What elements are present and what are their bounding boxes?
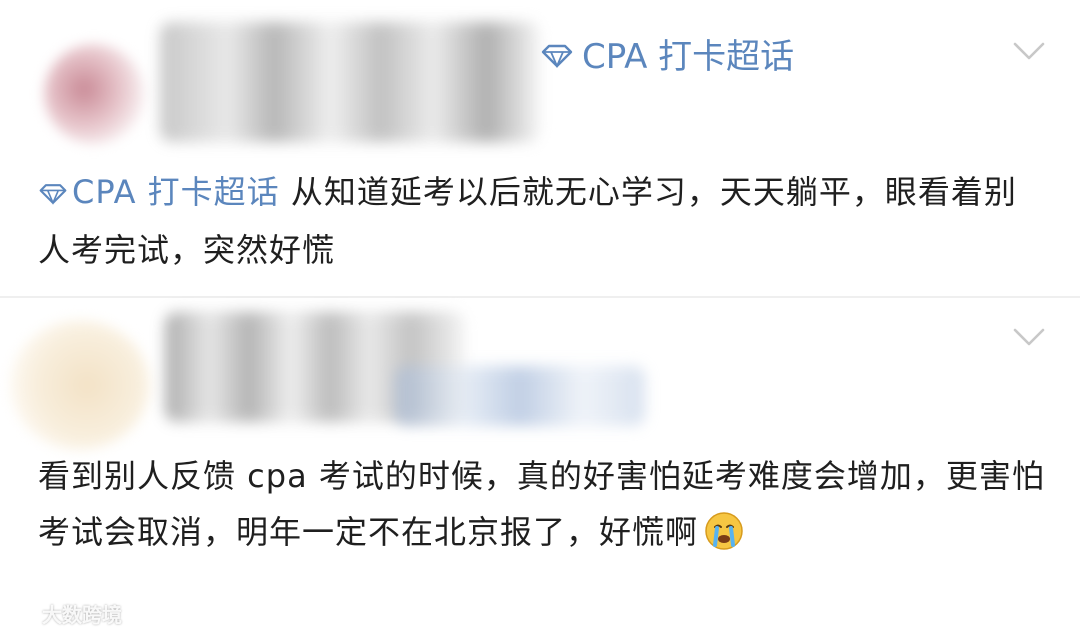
watermark-text: 大数跨境	[42, 603, 122, 627]
content-topic-label: CPA 打卡超话	[72, 173, 280, 211]
crying-face-emoji-icon	[704, 511, 744, 551]
chevron-down-icon	[1013, 328, 1045, 346]
topic-tag-label: CPA 打卡超话	[582, 37, 795, 77]
post-text: 看到别人反馈 cpa 考试的时候，真的好害怕延考难度会增加，更害怕考试会取消，明…	[38, 457, 1045, 551]
watermark: 大数跨境	[6, 599, 122, 628]
content-topic-link[interactable]: CPA 打卡超话	[38, 173, 280, 211]
post-content: 看到别人反馈 cpa 考试的时候，真的好害怕延考难度会增加，更害怕考试会取消，明…	[38, 448, 1048, 560]
watermark-logo-icon	[7, 605, 33, 622]
user-badge-redacted	[395, 366, 645, 426]
chevron-down-icon	[1013, 42, 1045, 60]
avatar[interactable]	[10, 320, 150, 450]
topic-tag[interactable]: CPA 打卡超话	[540, 40, 794, 74]
diamond-gem-icon	[540, 40, 574, 74]
username-redacted[interactable]	[160, 22, 540, 142]
avatar[interactable]	[44, 44, 144, 144]
diamond-gem-icon	[38, 166, 68, 222]
post-card-1: CPA 打卡超话 CPA 打卡超话 从知道延考以后就无心学习，天天躺平，眼看着别…	[0, 0, 1080, 296]
post-card-2: 看到别人反馈 cpa 考试的时候，真的好害怕延考难度会增加，更害怕考试会取消，明…	[0, 296, 1080, 634]
expand-menu-button[interactable]	[1012, 40, 1046, 62]
expand-menu-button[interactable]	[1012, 326, 1046, 348]
post-content: CPA 打卡超话 从知道延考以后就无心学习，天天躺平，眼看着别人考完试，突然好慌	[38, 164, 1048, 278]
